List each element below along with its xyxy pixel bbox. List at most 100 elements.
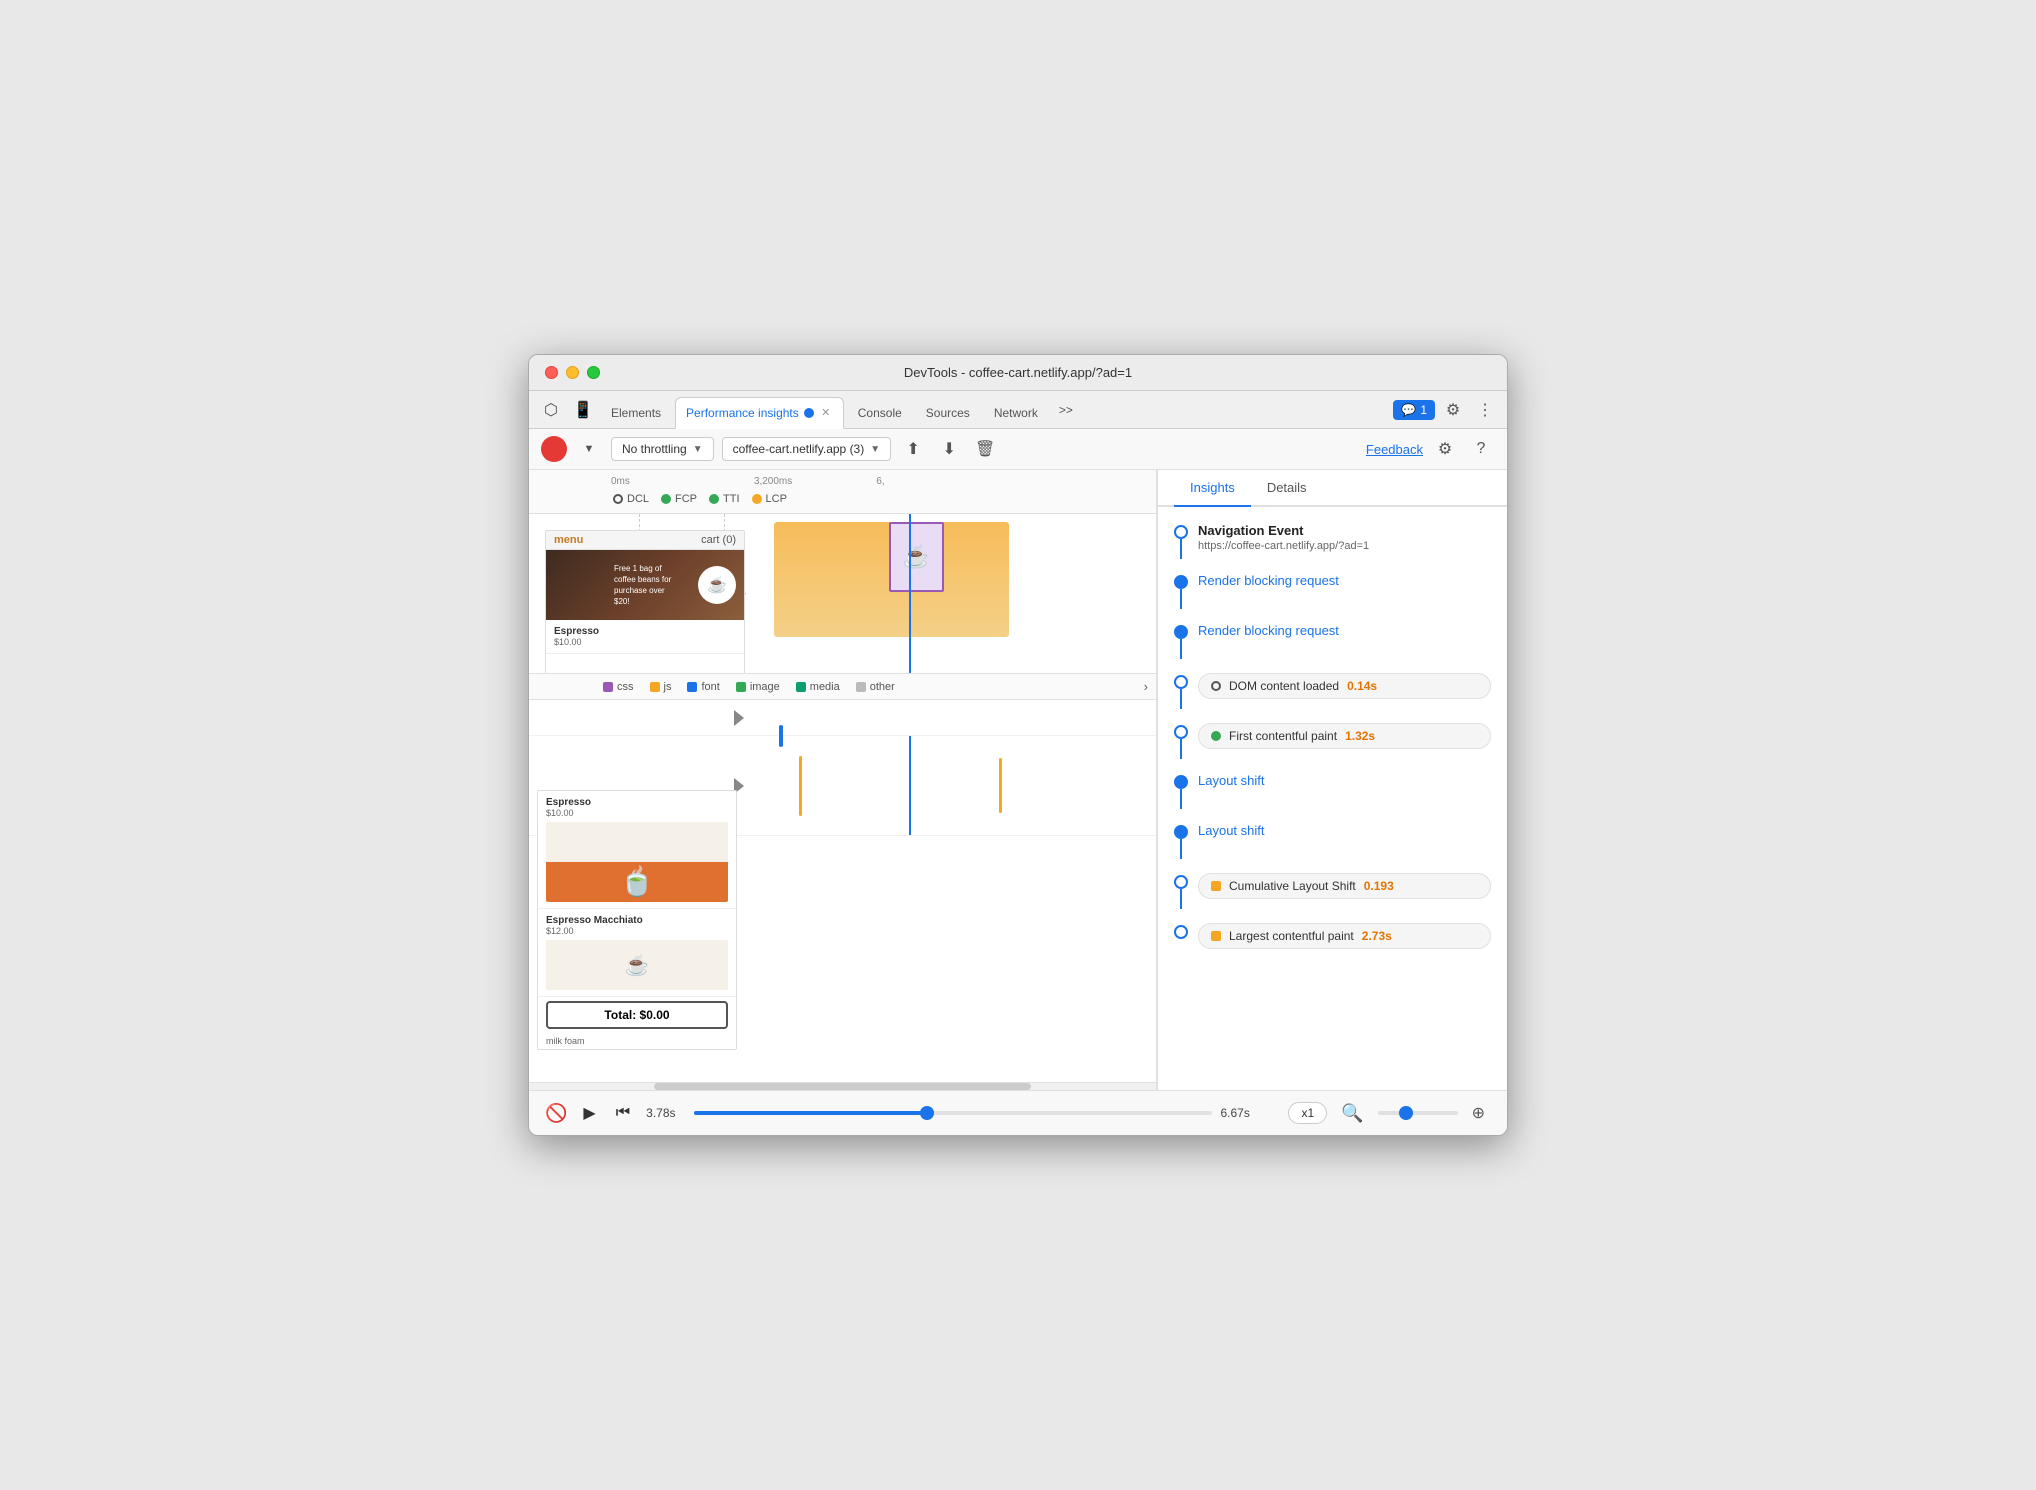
nav-dot-icon bbox=[1174, 525, 1188, 539]
cursor-icon[interactable]: ⬡ bbox=[537, 396, 565, 424]
timeline-header: 0ms 3,200ms 6, DCL FCP bbox=[529, 470, 1156, 514]
tab-console[interactable]: Console bbox=[848, 397, 912, 429]
layout-shift-link-1[interactable]: Layout shift bbox=[1198, 773, 1265, 788]
dcl-label: DCL bbox=[627, 493, 649, 505]
image-color-icon bbox=[736, 682, 746, 692]
throttling-dropdown[interactable]: No throttling ▼ bbox=[611, 437, 714, 461]
ls1-content: Layout shift bbox=[1198, 771, 1491, 790]
throttling-arrow-icon: ▼ bbox=[693, 444, 703, 455]
legend-css-label: css bbox=[617, 681, 634, 693]
scrubber-track[interactable] bbox=[694, 1111, 1212, 1115]
zoom-out-icon[interactable]: 🔍 bbox=[1335, 1101, 1369, 1126]
url-dropdown[interactable]: coffee-cart.netlify.app (3) ▼ bbox=[722, 437, 892, 461]
mug-icon: 🍵 bbox=[620, 865, 655, 898]
tab-insights[interactable]: Insights bbox=[1174, 470, 1251, 507]
gear-icon[interactable]: ⚙ bbox=[1431, 435, 1459, 463]
other-color-icon bbox=[856, 682, 866, 692]
tab-close-button[interactable]: ✕ bbox=[819, 406, 833, 420]
tl-dot-cls bbox=[1174, 871, 1188, 909]
help-icon[interactable]: ? bbox=[1467, 435, 1495, 463]
minimize-button[interactable] bbox=[566, 366, 579, 379]
zoom-thumb[interactable] bbox=[1399, 1106, 1413, 1120]
tab-performance-insights[interactable]: Performance insights ✕ bbox=[675, 397, 844, 429]
more-preview-text: milk foam bbox=[538, 1033, 736, 1049]
lcp-label: LCP bbox=[766, 493, 787, 505]
timestamp-0: 0ms bbox=[611, 476, 630, 487]
macchiato-img: ☕ bbox=[546, 940, 728, 990]
window-title: DevTools - coffee-cart.netlify.app/?ad=1 bbox=[904, 365, 1132, 380]
tti-dot-icon bbox=[709, 494, 719, 504]
chat-icon: 💬 bbox=[1401, 403, 1416, 417]
record-button[interactable] bbox=[541, 436, 567, 462]
timeline-panel: 0ms 3,200ms 6, DCL FCP bbox=[529, 470, 1157, 1090]
total-bar: Total: $0.00 bbox=[546, 1001, 728, 1029]
render-blocking-link-1[interactable]: Render blocking request bbox=[1198, 573, 1339, 588]
fcp-green-dot-icon bbox=[1211, 731, 1221, 741]
more-tabs-icon[interactable]: >> bbox=[1052, 396, 1080, 424]
skip-to-start-button[interactable]: ⏮ bbox=[612, 1100, 634, 1126]
delete-icon[interactable]: 🗑 bbox=[971, 435, 999, 463]
ls1-dot-icon bbox=[1174, 775, 1188, 789]
zoom-track[interactable] bbox=[1378, 1111, 1458, 1115]
hero-text: Free 1 bag of coffee beans for purchase … bbox=[610, 559, 680, 612]
scrubber-fill bbox=[694, 1111, 927, 1115]
devtools-window: DevTools - coffee-cart.netlify.app/?ad=1… bbox=[528, 354, 1508, 1136]
dropdown-arrow-btn[interactable]: ▼ bbox=[575, 435, 603, 463]
horizontal-scrollbar[interactable] bbox=[529, 1082, 1156, 1090]
tl-line-ls2 bbox=[1180, 839, 1182, 859]
toolbar: ▼ No throttling ▼ coffee-cart.netlify.ap… bbox=[529, 429, 1507, 470]
cursor-overlay-2 bbox=[909, 736, 911, 835]
insight-dom-loaded: DOM content loaded 0.14s bbox=[1158, 665, 1507, 715]
tab-sources[interactable]: Sources bbox=[916, 397, 980, 429]
fcp-value: 1.32s bbox=[1345, 729, 1375, 743]
screenshot-toggle-icon[interactable]: 🚫 bbox=[545, 1103, 567, 1124]
render-blocking-link-2[interactable]: Render blocking request bbox=[1198, 623, 1339, 638]
upload-icon[interactable]: ⬆ bbox=[899, 435, 927, 463]
dcl-dot-icon bbox=[1174, 675, 1188, 689]
dcl-circle-icon bbox=[613, 494, 623, 504]
tab-network[interactable]: Network bbox=[984, 397, 1048, 429]
timeline-markers: DCL FCP TTI LCP bbox=[537, 491, 1148, 507]
row1-expand-icon[interactable] bbox=[734, 710, 744, 726]
dcl-marker: DCL bbox=[613, 493, 649, 505]
fcp-badge: First contentful paint 1.32s bbox=[1198, 723, 1491, 749]
notifications-button[interactable]: 💬 1 bbox=[1393, 400, 1435, 420]
maximize-button[interactable] bbox=[587, 366, 600, 379]
cls-orange-icon bbox=[1211, 881, 1221, 891]
fcp-badge-label: First contentful paint bbox=[1229, 729, 1337, 743]
legend-media-label: media bbox=[810, 681, 840, 693]
more-options-icon[interactable]: ⋮ bbox=[1471, 396, 1499, 424]
lcp-orange-icon bbox=[1211, 931, 1221, 941]
collapse-icon[interactable]: › bbox=[1144, 679, 1148, 694]
scrubber-thumb[interactable] bbox=[920, 1106, 934, 1120]
settings-icon[interactable]: ⚙ bbox=[1439, 396, 1467, 424]
legend-other-label: other bbox=[870, 681, 895, 693]
lcp-marker: LCP bbox=[752, 493, 787, 505]
download-icon[interactable]: ⬇ bbox=[935, 435, 963, 463]
tab-details[interactable]: Details bbox=[1251, 470, 1323, 507]
insight-navigation-event: Navigation Event https://coffee-cart.net… bbox=[1158, 515, 1507, 565]
network-rows-area: Espresso $10.00 🍵 Espresso Macchiato $12… bbox=[529, 700, 1156, 1090]
timeline-dot-nav bbox=[1174, 521, 1188, 559]
close-button[interactable] bbox=[545, 366, 558, 379]
rb1-content: Render blocking request bbox=[1198, 571, 1491, 590]
feedback-link[interactable]: Feedback bbox=[1366, 442, 1423, 457]
lcp-value: 2.73s bbox=[1362, 929, 1392, 943]
timeline-scrubber: 3.78s 6.67s bbox=[646, 1106, 1260, 1120]
layout-shift-link-2[interactable]: Layout shift bbox=[1198, 823, 1265, 838]
play-button[interactable]: ▶ bbox=[579, 1099, 599, 1127]
ls2-dot-icon bbox=[1174, 825, 1188, 839]
zoom-in-icon[interactable]: ⊕ bbox=[1466, 1101, 1491, 1125]
url-arrow-icon: ▼ bbox=[870, 444, 880, 455]
insight-cls: Cumulative Layout Shift 0.193 bbox=[1158, 865, 1507, 915]
time-end: 6.67s bbox=[1220, 1106, 1260, 1120]
dcl-content: DOM content loaded 0.14s bbox=[1198, 671, 1491, 701]
scrollbar-thumb[interactable] bbox=[654, 1083, 1030, 1090]
tl-dot-dcl bbox=[1174, 671, 1188, 709]
tab-elements[interactable]: Elements bbox=[601, 397, 671, 429]
timestamp-6: 6, bbox=[876, 476, 884, 487]
insight-render-blocking-1: Render blocking request bbox=[1158, 565, 1507, 615]
device-icon[interactable]: 📱 bbox=[569, 396, 597, 424]
fcp-dot-icon bbox=[1174, 725, 1188, 739]
espresso-price-2: $10.00 bbox=[546, 808, 728, 818]
